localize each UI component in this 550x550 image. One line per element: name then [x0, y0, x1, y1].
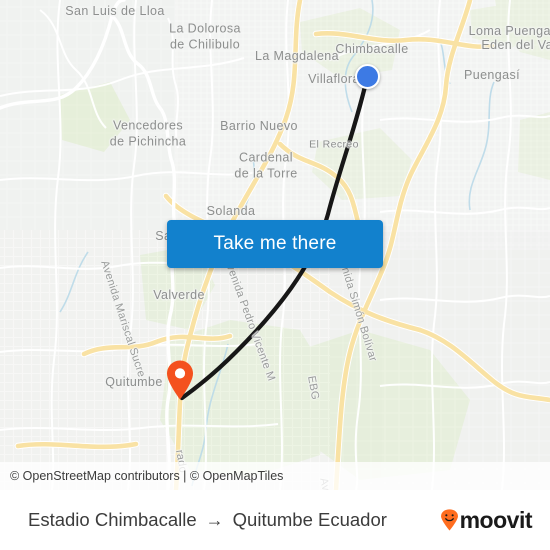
origin-marker[interactable] [354, 63, 380, 89]
take-me-there-label: Take me there [213, 233, 337, 254]
attribution-text: © OpenStreetMap contributors | © OpenMap… [10, 469, 284, 483]
take-me-there-button[interactable]: Take me there [167, 220, 383, 268]
footer-destination-label: Quitumbe Ecuador [232, 509, 387, 530]
arrow-right-icon: → [205, 510, 224, 530]
route-summary: Estadio Chimbacalle → Quitumbe Ecuador [28, 509, 440, 531]
destination-marker[interactable] [166, 360, 194, 400]
map-attribution: © OpenStreetMap contributors | © OpenMap… [0, 462, 550, 490]
moovit-wordmark: moovit [459, 506, 533, 533]
moovit-map-card: San Luis de Lloa La Dolorosa de Chilibulo… [0, 0, 550, 550]
footer-bar: Estadio Chimbacalle → Quitumbe Ecuador m… [0, 490, 550, 550]
map-canvas[interactable]: San Luis de Lloa La Dolorosa de Chilibulo… [0, 0, 550, 490]
moovit-logo[interactable]: moovit [440, 506, 533, 533]
moovit-pin-icon [440, 509, 459, 531]
footer-origin-label: Estadio Chimbacalle [28, 509, 197, 530]
